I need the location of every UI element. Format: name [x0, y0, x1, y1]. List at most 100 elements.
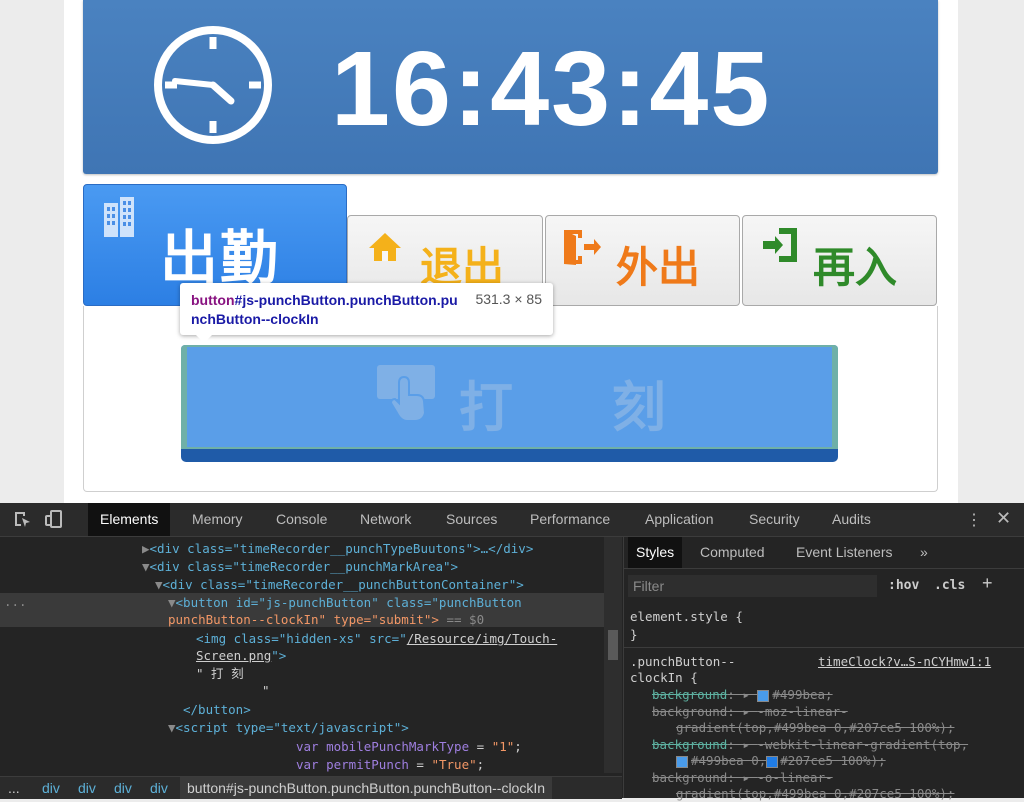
web-page: 16:43:45 出勤 退出 外出 再入 打 刻 button#js-punch… [0, 0, 1024, 503]
devtools-toolbar: Elements Memory Console Network Sources … [0, 503, 1024, 537]
more-options-icon[interactable]: ⋮ [966, 510, 982, 530]
tab-performance[interactable]: Performance [518, 503, 622, 536]
clock-icon [154, 26, 272, 144]
home-icon [369, 233, 401, 261]
css-property: background [652, 687, 728, 702]
css-value: -moz-linear- [757, 704, 848, 719]
style-declaration[interactable]: background: ▸ -o-linear- [652, 770, 833, 786]
css-property: background [652, 737, 728, 752]
css-value: gradient(top,#499bea 0,#207ce5 100%); [676, 720, 955, 735]
hover-state-toggle[interactable]: :hov [888, 578, 919, 593]
close-icon[interactable]: ✕ [996, 508, 1011, 529]
color-swatch[interactable] [676, 755, 688, 768]
breadcrumb-item[interactable]: div [150, 777, 168, 799]
tab-elements[interactable]: Elements [88, 503, 171, 536]
dom-node[interactable]: ▼<div class="timeRecorder__punchButtonCo… [155, 576, 524, 593]
tab-application[interactable]: Application [633, 503, 726, 536]
color-swatch[interactable] [757, 689, 770, 702]
css-value: -o-linear- [757, 770, 833, 785]
script-line: var mobilePunchMarkType = "1"; [296, 739, 522, 754]
dom-node-text: <div class="timeRecorder__punchButtonCon… [162, 577, 524, 592]
more-tabs-icon[interactable]: » [912, 537, 936, 568]
tab-console[interactable]: Console [264, 503, 339, 536]
rule-selector[interactable]: .punchButton-- [630, 654, 735, 670]
dom-node[interactable]: ▼<script type="text/javascript"> [168, 719, 409, 736]
rule-selector[interactable]: clockIn { [630, 670, 698, 686]
punch-button[interactable]: 打 刻 [181, 345, 838, 462]
breadcrumb-item[interactable]: div [114, 777, 132, 799]
tab-styles[interactable]: Styles [628, 537, 683, 568]
dom-node-selected[interactable]: ▼<button id="js-punchButton" class="punc… [168, 594, 522, 611]
dom-text-node[interactable]: " 打 刻 [196, 665, 244, 682]
rule-source-link[interactable]: timeClock?v…S-nCYHmw1:1 [818, 654, 991, 669]
dom-scrollbar[interactable] [604, 537, 622, 773]
tab-memory[interactable]: Memory [180, 503, 255, 536]
tab-security[interactable]: Security [737, 503, 812, 536]
class-toggle[interactable]: .cls [934, 578, 965, 593]
dom-node-selected-cont: punchButton--clockIn" type="submit"> == … [168, 611, 484, 628]
dom-node-text: <img class="hidden-xs" src=" [196, 631, 407, 646]
dom-node[interactable]: </button> [183, 701, 251, 718]
resource-link[interactable]: Screen.png [196, 648, 271, 663]
expand-arrow-icon: ▶ [142, 541, 150, 556]
tab-sources[interactable]: Sources [434, 503, 509, 536]
devtools-inspect-tooltip: button#js-punchButton.punchButton.punchB… [180, 283, 553, 343]
css-value: -webkit-linear-gradient(top, [757, 737, 969, 752]
js-token: "1" [491, 739, 515, 754]
style-declaration[interactable]: background: ▸ -moz-linear- [652, 704, 848, 720]
dom-node-text: == $0 [438, 612, 485, 627]
breadcrumb-item[interactable]: div [42, 777, 60, 799]
resource-link[interactable]: /Resource/img/Touch- [407, 631, 558, 646]
scrollbar-thumb[interactable] [608, 630, 618, 660]
dom-node-text: "> [271, 648, 287, 663]
styles-filter-input[interactable]: Filter [628, 575, 877, 597]
js-token: = [469, 739, 492, 754]
style-declaration[interactable]: background: ▸ #499bea; [652, 687, 833, 703]
tab-network[interactable]: Network [348, 503, 423, 536]
style-declaration[interactable]: background: ▸ -webkit-linear-gradient(to… [652, 737, 968, 753]
css-value: #499bea; [772, 687, 833, 702]
css-property: background [652, 704, 728, 719]
dom-tree: ▶<div class="timeRecorder__punchTypeBuut… [0, 537, 622, 773]
tab-event-listeners[interactable]: Event Listeners [788, 537, 901, 568]
styles-tabs: Styles Computed Event Listeners » [624, 537, 1024, 569]
device-toolbar-icon[interactable] [45, 510, 63, 528]
collapse-arrow-icon: ▼ [142, 559, 150, 574]
breadcrumb-more[interactable]: ... [8, 777, 20, 799]
style-declaration-cont: gradient(top,#499bea 0,#207ce5 100%); [676, 720, 954, 736]
tooltip-arrow [196, 335, 212, 343]
rule-divider [624, 647, 1024, 648]
styles-sidebar: Styles Computed Event Listeners » Filter… [623, 537, 1024, 801]
tab-audits[interactable]: Audits [820, 503, 883, 536]
breadcrumb: ... div div div div button#js-punchButto… [0, 776, 622, 799]
touch-screen-icon [377, 365, 435, 422]
inspect-element-icon[interactable] [13, 510, 31, 528]
style-declaration-cont: #499bea 0, #207ce5 100%); [676, 753, 886, 769]
collapse-arrow-icon: ▼ [168, 720, 176, 735]
collapse-arrow-icon: ▼ [155, 577, 163, 592]
breadcrumb-item-selected[interactable]: button#js-punchButton.punchButton.punchB… [180, 777, 553, 799]
css-value: #207ce5 100%); [780, 753, 886, 768]
punch-type-return[interactable]: 再入 [742, 215, 937, 306]
dom-node-text: punchButton--clockIn" type="submit"> [168, 612, 439, 627]
new-style-rule-icon[interactable]: + [982, 573, 993, 594]
js-token: var [296, 739, 327, 754]
dom-node[interactable]: <img class="hidden-xs" src="/Resource/im… [196, 630, 557, 647]
element-style-rule[interactable]: element.style { [630, 609, 743, 625]
js-token: permitPunch [326, 757, 409, 772]
punch-type-label: 再入 [813, 243, 898, 292]
punch-type-go-out[interactable]: 外出 [545, 215, 740, 306]
punch-button-face: 打 刻 [181, 345, 838, 449]
tooltip-tag: button [191, 292, 235, 308]
tooltip-selector: button#js-punchButton.punchButton.punchB… [191, 291, 461, 329]
dom-node[interactable]: ▶<div class="timeRecorder__punchTypeBuut… [142, 540, 533, 557]
color-swatch[interactable] [766, 755, 779, 768]
clock-panel: 16:43:45 [83, 0, 938, 174]
breadcrumb-item[interactable]: div [78, 777, 96, 799]
js-token: var [296, 757, 327, 772]
node-ellipsis-icon[interactable]: ... [4, 593, 27, 610]
tab-computed[interactable]: Computed [692, 537, 773, 568]
punch-type-label: 外出 [616, 243, 701, 292]
css-value: #499bea 0, [691, 753, 767, 768]
dom-node[interactable]: ▼<div class="timeRecorder__punchMarkArea… [142, 558, 458, 575]
